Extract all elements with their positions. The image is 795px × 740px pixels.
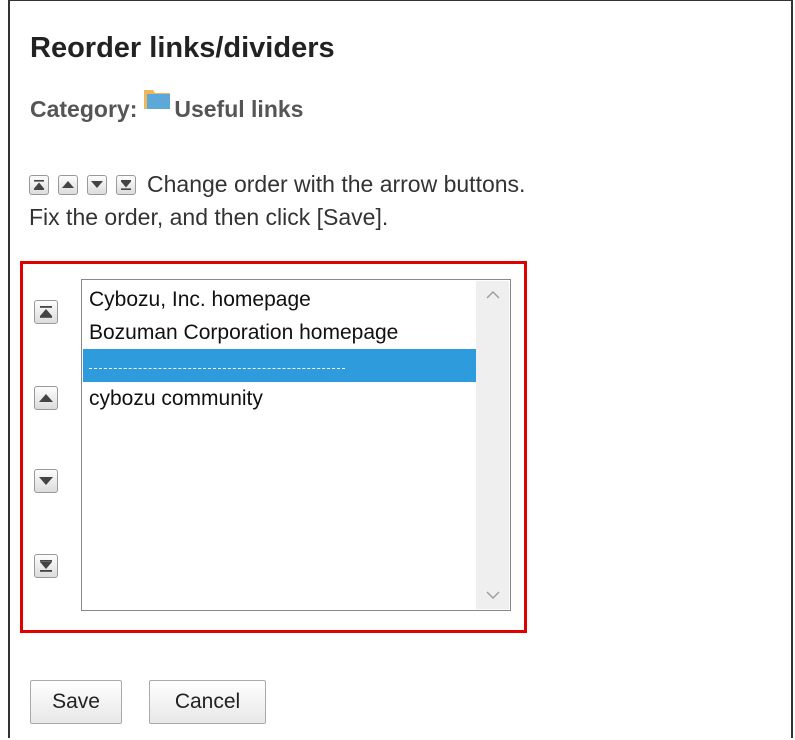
category-label: Category: [30,95,138,122]
move-down-button[interactable] [34,469,58,493]
save-button[interactable]: Save [30,680,122,724]
move-to-bottom-button[interactable] [34,554,58,578]
move-down-icon [87,174,107,195]
instruction-line-1: Change order with the arrow buttons. [147,171,526,197]
scrollbar[interactable] [476,281,509,609]
list-item[interactable]: Bozuman Corporation homepage [83,316,476,349]
page-title: Reorder links/dividers [30,32,335,64]
cancel-button[interactable]: Cancel [149,680,266,724]
links-listbox[interactable]: Cybozu, Inc. homepage Bozuman Corporatio… [81,279,511,611]
instruction-line-2: Fix the order, and then click [Save]. [29,204,389,230]
move-up-icon [39,393,53,402]
list-item[interactable]: Cybozu, Inc. homepage [83,283,476,316]
move-down-icon [39,476,53,485]
move-to-top-icon [29,174,49,195]
instructions: Change order with the arrow buttons. Fix… [29,168,525,234]
move-to-top-icon [40,306,52,318]
scroll-up-arrow-icon[interactable] [476,283,509,307]
divider-line [89,368,345,369]
list-item-divider[interactable] [83,349,476,382]
list-item[interactable]: cybozu community [83,382,476,415]
folder-icon [143,86,171,116]
move-to-top-button[interactable] [34,300,58,324]
category-name: Useful links [174,95,304,122]
scroll-down-arrow-icon[interactable] [476,583,509,607]
move-up-button[interactable] [34,386,58,410]
category-row: Category: Useful links [30,90,304,124]
move-up-icon [58,174,78,195]
move-to-bottom-icon [116,174,136,195]
move-to-bottom-icon [40,560,52,572]
